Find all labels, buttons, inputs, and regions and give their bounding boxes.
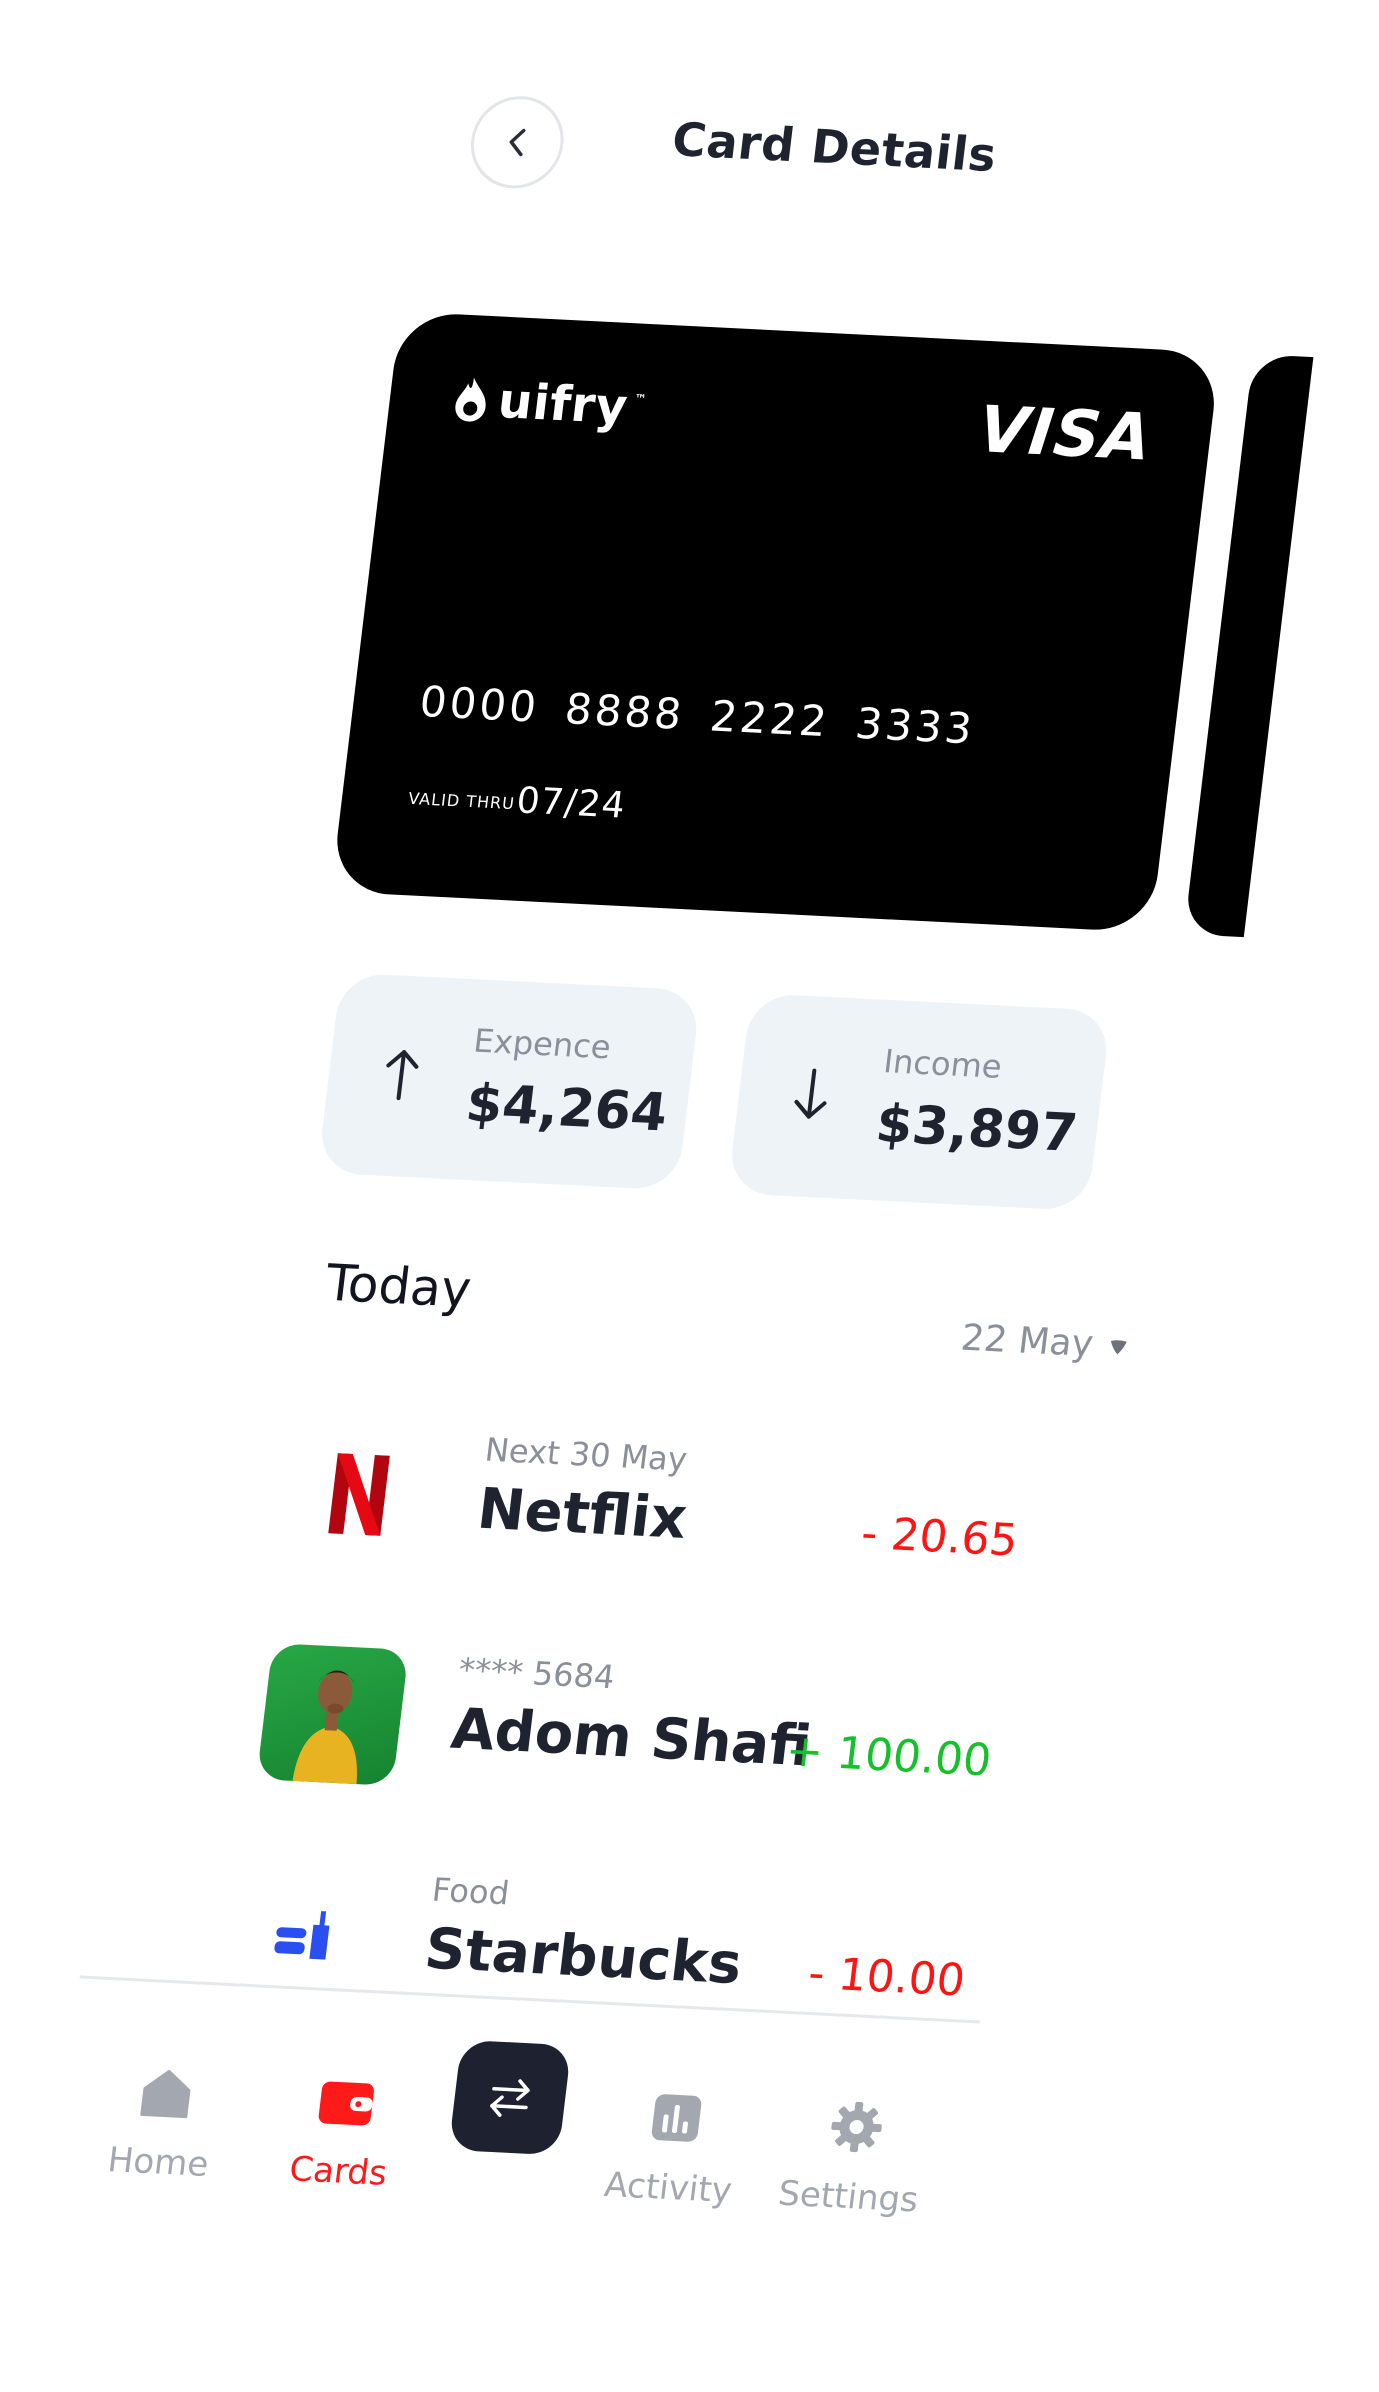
- wallet-icon: [318, 2081, 374, 2126]
- gear-icon: [831, 2101, 882, 2153]
- person-avatar-icon: [256, 1643, 409, 1786]
- nav-settings-label: Settings: [776, 2173, 921, 2221]
- income-label: Income: [881, 1042, 1004, 1086]
- arrow-down-icon: [794, 1068, 827, 1119]
- transaction-sub: Next 30 May: [482, 1430, 690, 1479]
- expense-summary[interactable]: Expence $4,264: [317, 972, 702, 1191]
- flame-logo-icon: [455, 377, 486, 422]
- card-brand-tm: ™: [633, 391, 648, 407]
- netflix-logo-icon: [281, 1421, 438, 1568]
- card-brand: uifry ™: [451, 371, 649, 437]
- bank-card[interactable]: uifry ™ VISA 0000 8888 2222 3333 VALID T…: [330, 311, 1221, 933]
- card-number: 0000 8888 2222 3333: [417, 676, 978, 754]
- transaction-amount: - 20.65: [858, 1507, 1021, 1567]
- transaction-row[interactable]: Next 30 May Netflix - 20.65: [282, 1413, 1059, 1591]
- expense-label: Expence: [471, 1021, 613, 1067]
- income-value: $3,897: [872, 1094, 1081, 1165]
- date-filter-dropdown[interactable]: 22 May: [959, 1318, 1132, 1367]
- transaction-sub: Food: [430, 1870, 512, 1913]
- nav-home-label: Home: [105, 2139, 211, 2186]
- nav-home[interactable]: Home: [76, 2057, 251, 2187]
- transaction-name: Adom Shafi: [447, 1696, 815, 1780]
- nav-activity[interactable]: Activity: [586, 2082, 761, 2212]
- nav-cards-label: Cards: [287, 2149, 390, 2194]
- valid-thru-label: VALID THRU: [407, 788, 517, 814]
- income-summary[interactable]: Income $3,897: [727, 993, 1112, 1211]
- caret-down-icon: [1110, 1339, 1127, 1354]
- back-button[interactable]: [465, 94, 569, 191]
- transaction-name: Starbucks: [421, 1916, 746, 1998]
- nav-activity-label: Activity: [602, 2164, 735, 2212]
- valid-thru-value: 07/24: [514, 780, 628, 827]
- avatar: [254, 1641, 411, 1788]
- nav-cards[interactable]: Cards: [256, 2066, 431, 2196]
- card-details-screen: Card Details uifry ™ VISA 0000 8888 2222…: [0, 0, 1379, 2392]
- swap-arrows-icon: [490, 2079, 530, 2117]
- expense-value: $4,264: [462, 1073, 671, 1144]
- transaction-amount: + 100.00: [783, 1725, 995, 1787]
- transaction-name: Netflix: [474, 1476, 691, 1552]
- card-network: VISA: [974, 392, 1157, 476]
- arrow-up-icon: [386, 1050, 419, 1101]
- transaction-amount: - 10.00: [805, 1947, 968, 2007]
- chevron-left-icon: [509, 128, 526, 157]
- date-filter-value: 22 May: [958, 1317, 1096, 1366]
- page-title: Card Details: [669, 112, 1000, 183]
- section-title: Today: [322, 1253, 475, 1319]
- transfer-button[interactable]: [448, 2039, 572, 2156]
- transaction-sub: **** 5684: [456, 1650, 617, 1697]
- home-icon: [140, 2069, 191, 2119]
- transaction-row[interactable]: **** 5684 Adom Shafi + 100.00: [255, 1633, 1032, 1811]
- card-brand-name: uifry: [494, 372, 631, 436]
- bar-chart-icon: [651, 2094, 702, 2142]
- nav-settings[interactable]: Settings: [766, 2091, 941, 2221]
